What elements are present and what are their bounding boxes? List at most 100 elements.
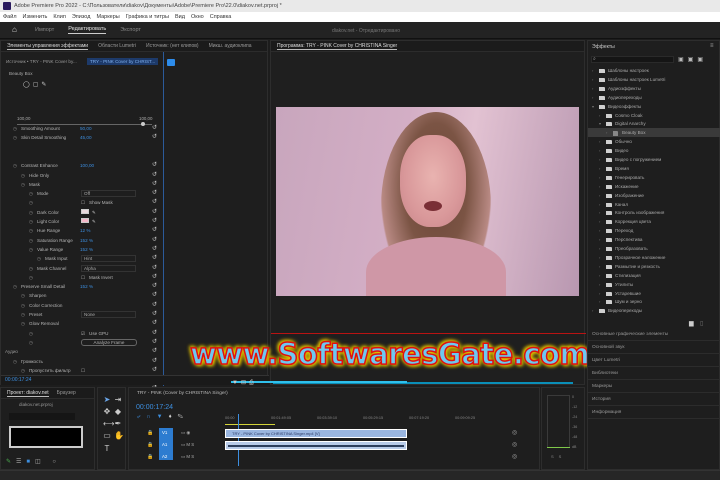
reset-icon[interactable]: ↺: [152, 226, 157, 235]
property-dropdown[interactable]: Hint: [81, 255, 136, 263]
sequence-clip-label[interactable]: TRY - PINK Cover by CHRIST...: [87, 58, 159, 65]
timeline-options-icons[interactable]: ⤶∩▼♦✎: [137, 414, 189, 421]
track-scroll-icon[interactable]: ◎: [512, 453, 517, 460]
stopwatch-icon[interactable]: ◷: [13, 124, 17, 133]
panel-section-header[interactable]: Маркеры: [588, 381, 720, 393]
checkbox[interactable]: ☐: [81, 273, 85, 282]
property-value[interactable]: 152 %: [80, 245, 93, 254]
effect-property-row[interactable]: ◷ Hide Only ↺: [1, 171, 161, 180]
track-select-icon[interactable]: ⇥: [114, 396, 122, 404]
color-swatch[interactable]: [81, 218, 89, 223]
menu-item[interactable]: Изменить: [23, 12, 48, 22]
video-clip[interactable]: TRY - PINK Cover by CHRISTINA Singer.mp4…: [225, 429, 407, 438]
checkbox[interactable]: ☐: [81, 366, 85, 375]
reset-icon[interactable]: ↺: [152, 347, 157, 356]
source-clip-label[interactable]: Источник • TRY - PINK Cover by...: [6, 59, 77, 64]
chevron-right-icon[interactable]: ›: [592, 66, 593, 75]
meter-solo-buttons[interactable]: SS: [551, 454, 566, 459]
reset-icon[interactable]: ↺: [152, 208, 157, 217]
audio-clip[interactable]: [225, 441, 407, 450]
stopwatch-icon[interactable]: ◷: [21, 171, 25, 180]
effect-property-row[interactable]: ◷ Preserve Small Detail 152 % ↺: [1, 282, 161, 291]
video-frame[interactable]: [276, 107, 579, 296]
effects-tree-item[interactable]: › Генерировать: [588, 173, 720, 182]
effect-property-row[interactable]: [1, 143, 161, 152]
stopwatch-icon[interactable]: ◷: [21, 301, 25, 310]
reset-icon[interactable]: ↺: [152, 301, 157, 310]
panel-menu-icon[interactable]: ≡: [710, 43, 714, 49]
effects-tree-item[interactable]: › Beauty Box: [588, 128, 720, 138]
project-search-input[interactable]: [9, 413, 75, 420]
track-toggle-icons[interactable]: ▭ M S: [181, 454, 194, 460]
effects-tree-item[interactable]: › Шаблоны настроек Lumetri: [588, 75, 720, 84]
stopwatch-icon[interactable]: ◷: [21, 310, 25, 319]
effect-property-row[interactable]: ◷ Preset None ↺: [1, 310, 161, 319]
reset-icon[interactable]: ↺: [152, 282, 157, 291]
menu-item[interactable]: Файл: [3, 12, 17, 22]
chevron-right-icon[interactable]: ›: [599, 155, 600, 164]
panel-section-header[interactable]: Информация: [588, 407, 720, 419]
effects-tree-item[interactable]: › Контроль изображения: [588, 208, 720, 217]
reset-icon[interactable]: ↺: [152, 171, 157, 180]
lock-icon[interactable]: 🔒: [147, 454, 153, 460]
chevron-right-icon[interactable]: ›: [592, 84, 593, 93]
stopwatch-icon[interactable]: ◷: [29, 264, 33, 273]
effect-property-row[interactable]: ◷ Dark Color ✎ ↺: [1, 208, 161, 217]
panel-section-header[interactable]: Основной звук: [588, 342, 720, 354]
pen-tool-icon[interactable]: ✒: [114, 420, 122, 428]
effects-tree-item[interactable]: › Аудиоэффекты: [588, 84, 720, 93]
effects-tree-item[interactable]: › Канал: [588, 200, 720, 209]
chevron-right-icon[interactable]: ›: [599, 244, 600, 253]
property-value[interactable]: 50,00: [80, 124, 92, 133]
reset-icon[interactable]: ↺: [152, 291, 157, 300]
stopwatch-icon[interactable]: ◷: [13, 357, 17, 366]
tab-source[interactable]: Источник: (нет клипов): [146, 43, 199, 49]
stopwatch-icon[interactable]: ◷: [13, 282, 17, 291]
chevron-right-icon[interactable]: ›: [599, 289, 600, 298]
menu-item[interactable]: Справка: [210, 12, 232, 22]
menu-item[interactable]: Клип: [53, 12, 65, 22]
effects-tree-item[interactable]: › Cosmo Cloak: [588, 111, 720, 120]
effect-property-row[interactable]: ◷ Mask Channel Alpha ↺: [1, 264, 161, 273]
reset-icon[interactable]: ↺: [152, 319, 157, 328]
effects-tree-item[interactable]: › Видеопереходы: [588, 306, 720, 315]
effect-controls-timecode[interactable]: 00:00:17:24: [5, 377, 31, 383]
chevron-right-icon[interactable]: ›: [599, 271, 600, 280]
stopwatch-icon[interactable]: ◷: [21, 291, 25, 300]
effects-tree-item[interactable]: › Искажение: [588, 182, 720, 191]
property-dropdown[interactable]: None: [81, 311, 136, 318]
panel-section-header[interactable]: История: [588, 394, 720, 406]
chevron-right-icon[interactable]: ›: [599, 235, 600, 244]
panel-section-header[interactable]: Библиотеки: [588, 368, 720, 380]
effects-tree-item[interactable]: › Размытие и резкость: [588, 262, 720, 271]
mask-tools-icons[interactable]: ◯▢✎: [23, 81, 49, 88]
chevron-right-icon[interactable]: ›: [606, 128, 607, 137]
effect-property-row[interactable]: ◷ Value Range 152 % ↺: [1, 245, 161, 254]
effect-property-row[interactable]: ◷ Mode Off ↺: [1, 189, 161, 198]
effect-filter-icons[interactable]: ▣▣▣: [678, 56, 718, 63]
reset-icon[interactable]: ↺: [152, 357, 157, 366]
panel-section-header[interactable]: Цвет Lumetri: [588, 355, 720, 367]
reset-icon[interactable]: ↺: [152, 245, 157, 254]
chevron-right-icon[interactable]: ›: [599, 164, 600, 173]
checkbox[interactable]: ☑: [81, 329, 85, 338]
property-value[interactable]: 152 %: [80, 236, 93, 245]
stopwatch-icon[interactable]: ◷: [21, 319, 25, 328]
reset-icon[interactable]: ↺: [152, 338, 157, 347]
chevron-right-icon[interactable]: ›: [599, 253, 600, 262]
ripple-edit-icon[interactable]: ✥: [103, 408, 111, 416]
track-toggle-icons[interactable]: ▭ ◉: [181, 430, 190, 436]
reset-icon[interactable]: ↺: [152, 329, 157, 338]
stopwatch-icon[interactable]: ◷: [29, 245, 33, 254]
chevron-right-icon[interactable]: ›: [599, 297, 600, 306]
chevron-right-icon[interactable]: ›: [599, 137, 600, 146]
chevron-right-icon[interactable]: ›: [599, 280, 600, 289]
workspace-edit[interactable]: Редактировать: [68, 26, 107, 34]
menu-item[interactable]: Графика и титры: [126, 12, 169, 22]
playhead-handle[interactable]: [167, 59, 175, 66]
effects-tree-item[interactable]: › Изображение: [588, 191, 720, 200]
effect-property-row[interactable]: ◷ Smoothing Amount 50,00 ↺: [1, 124, 161, 133]
effect-property-row[interactable]: ◷ Громкость ↺: [1, 357, 161, 366]
home-icon[interactable]: ⌂: [12, 26, 21, 34]
type-tool-icon[interactable]: T: [103, 445, 111, 453]
